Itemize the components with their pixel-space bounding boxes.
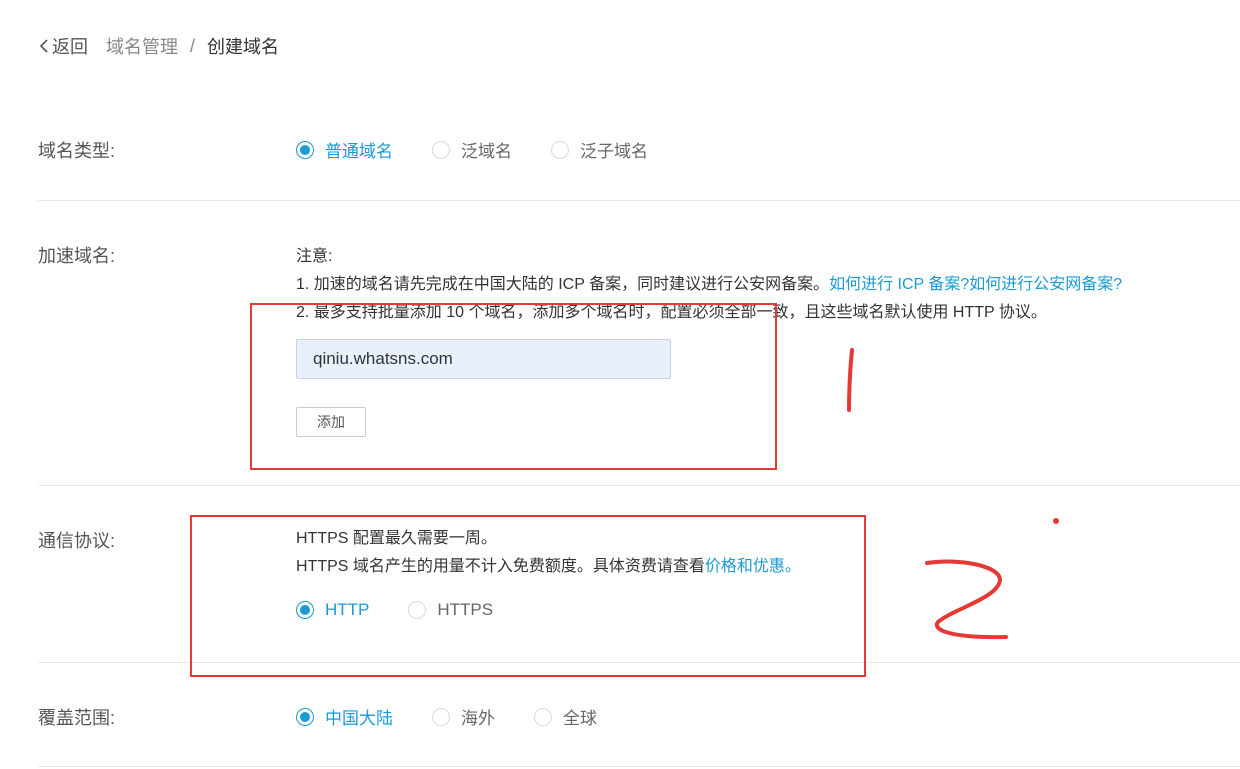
section-divider xyxy=(38,485,1240,486)
radio-dot xyxy=(296,707,314,726)
back-link[interactable]: 返回 xyxy=(38,33,88,59)
radio-dot xyxy=(296,601,314,619)
handwritten-annotations xyxy=(847,348,1059,640)
radio-label: 全球 xyxy=(563,709,597,728)
radio-label: 泛子域名 xyxy=(580,142,648,161)
note-title: 注意: xyxy=(296,248,333,265)
https-note-2-text: HTTPS 域名产生的用量不计入免费额度。具体资费请查看 xyxy=(296,558,705,575)
radio-dot xyxy=(534,707,552,726)
radio-dot xyxy=(551,140,569,159)
radio-normal-domain[interactable]: 普通域名 xyxy=(296,137,393,162)
domain-type-label: 域名类型: xyxy=(38,141,116,161)
radio-global[interactable]: 全球 xyxy=(534,704,597,729)
radio-http[interactable]: HTTP xyxy=(296,600,369,620)
breadcrumb-separator: / xyxy=(190,35,196,56)
chevron-left-icon xyxy=(39,39,48,53)
annotation-box-1 xyxy=(250,303,777,470)
https-note-line-1: HTTPS 配置最久需要一周。 xyxy=(296,530,497,547)
police-filing-help-link[interactable]: 如何进行公安网备案? xyxy=(969,276,1122,293)
https-note-line-2: HTTPS 域名产生的用量不计入免费额度。具体资费请查看价格和优惠。 xyxy=(296,553,801,581)
radio-label: HTTP xyxy=(325,600,370,619)
radio-overseas[interactable]: 海外 xyxy=(432,704,495,729)
protocol-notes: HTTPS 配置最久需要一周。 HTTPS 域名产生的用量不计入免费额度。具体资… xyxy=(296,525,801,581)
domain-type-radio-group: 普通域名 泛域名 泛子域名 xyxy=(296,137,648,162)
radio-label: 中国大陆 xyxy=(325,709,393,728)
coverage-label: 覆盖范围: xyxy=(38,708,116,728)
accel-domain-label: 加速域名: xyxy=(38,246,116,266)
domain-input[interactable] xyxy=(296,339,671,379)
protocol-label: 通信协议: xyxy=(38,531,116,551)
radio-https[interactable]: HTTPS xyxy=(408,600,493,620)
pricing-link[interactable]: 价格和优惠。 xyxy=(705,558,801,575)
breadcrumb: 返回 域名管理 / 创建域名 xyxy=(38,33,279,59)
radio-label: 普通域名 xyxy=(325,142,393,161)
accel-domain-notes: 注意: 1. 加速的域名请先完成在中国大陆的 ICP 备案，同时建议进行公安网备… xyxy=(296,243,1122,327)
section-divider xyxy=(38,766,1240,767)
icp-help-link[interactable]: 如何进行 ICP 备案? xyxy=(829,276,969,293)
section-divider xyxy=(38,662,1240,663)
radio-label: 海外 xyxy=(461,709,495,728)
annotation-dot xyxy=(1053,518,1059,524)
radio-dot xyxy=(432,707,450,726)
note-line-1: 1. 加速的域名请先完成在中国大陆的 ICP 备案，同时建议进行公安网备案。如何… xyxy=(296,271,1122,299)
radio-dot xyxy=(432,140,450,159)
add-domain-button[interactable]: 添加 xyxy=(296,407,366,437)
handwritten-mark-2 xyxy=(925,559,1008,640)
radio-mainland-china[interactable]: 中国大陆 xyxy=(296,704,393,729)
section-divider xyxy=(38,200,1240,201)
radio-dot xyxy=(296,140,314,159)
radio-wildcard-subdomain[interactable]: 泛子域名 xyxy=(551,137,648,162)
protocol-radio-group: HTTP HTTPS xyxy=(296,600,493,620)
handwritten-mark-1 xyxy=(847,348,854,412)
breadcrumb-current: 创建域名 xyxy=(207,37,280,57)
breadcrumb-parent[interactable]: 域名管理 xyxy=(106,33,178,59)
radio-dot xyxy=(408,601,427,619)
radio-label: 泛域名 xyxy=(461,142,512,161)
back-label: 返回 xyxy=(52,37,88,57)
radio-wildcard-domain[interactable]: 泛域名 xyxy=(432,137,512,162)
radio-label: HTTPS xyxy=(437,600,494,619)
coverage-radio-group: 中国大陆 海外 全球 xyxy=(296,704,597,729)
note-1-text: 1. 加速的域名请先完成在中国大陆的 ICP 备案，同时建议进行公安网备案。 xyxy=(296,276,830,293)
note-line-2: 2. 最多支持批量添加 10 个域名，添加多个域名时，配置必须全部一致，且这些域… xyxy=(296,304,1047,321)
